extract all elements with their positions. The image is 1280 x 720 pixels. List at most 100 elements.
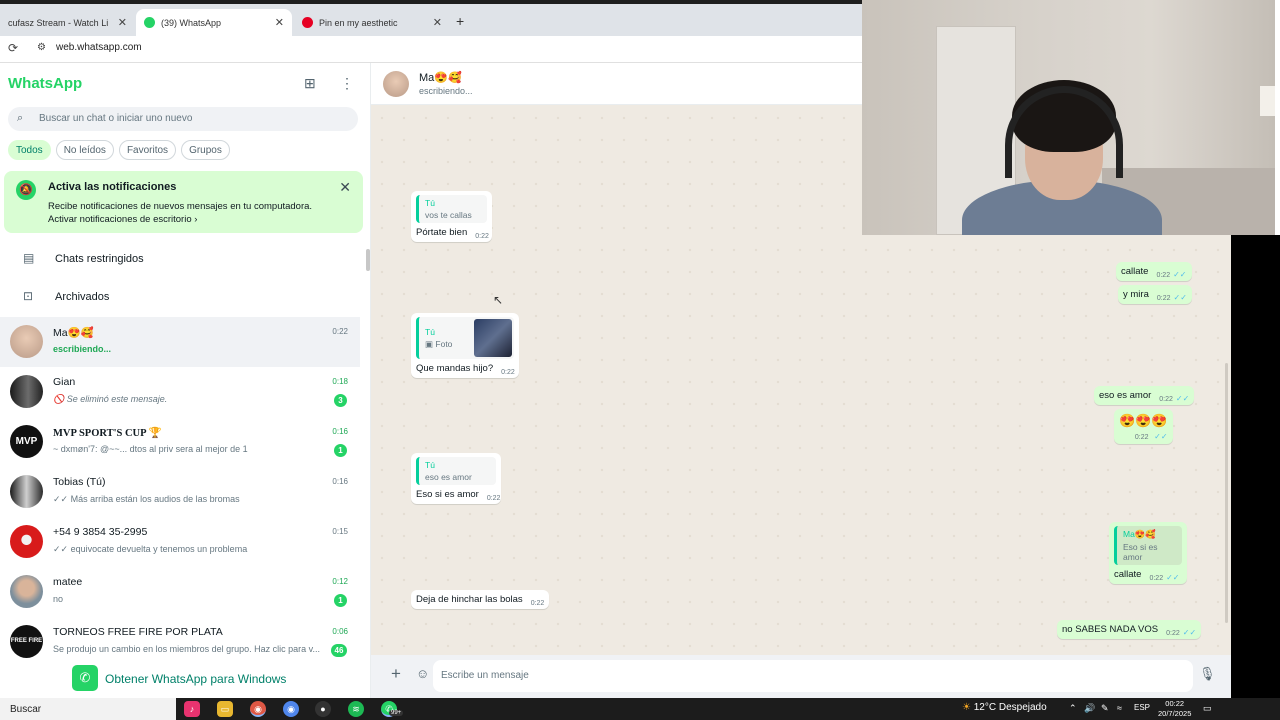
new-tab-icon[interactable]: + (456, 13, 464, 29)
chat-item-phone[interactable]: +54 9 3854 35-2995 ✓✓ equivocate devuelt… (0, 517, 360, 567)
microphone-icon[interactable]: 🎙 (1199, 666, 1216, 682)
message-bubble-outgoing[interactable]: eso es amor 0:22 ✓✓ (1094, 386, 1195, 405)
chat-time: 0:12 (332, 577, 348, 586)
message-bubble-outgoing[interactable]: no SABES NADA VOS 0:22 ✓✓ (1057, 620, 1202, 639)
message-bubble-incoming[interactable]: Deja de hinchar las bolas 0:22 (411, 590, 550, 609)
quoted-message[interactable]: Tú ▣ Foto (416, 317, 514, 359)
archived-row[interactable]: ⊡ Archivados (0, 279, 366, 315)
message-bubble-outgoing[interactable]: 😍😍😍 0:22 ✓✓ (1114, 409, 1173, 444)
menu-icon[interactable]: ⋮ (340, 75, 354, 92)
file-explorer-icon[interactable]: ▭ (217, 701, 233, 717)
chat-name: TORNEOS FREE FIRE POR PLATA (53, 626, 223, 638)
chat-preview: escribiendo... (53, 344, 112, 354)
archive-icon: ⊡ (23, 289, 34, 303)
message-text: Eso si es amor (416, 489, 479, 500)
quoted-message[interactable]: Ma😍🥰 Eso si es amor (1114, 526, 1182, 565)
chrome-icon[interactable]: ◉ (250, 701, 266, 717)
unread-badge: 1 (334, 594, 347, 607)
message-bubble-incoming[interactable]: Tú ▣ Foto Que mandas hijo? 0:22 (411, 313, 519, 378)
image-icon: ▣ (425, 338, 436, 349)
message-time: 0:22 (1134, 434, 1149, 441)
get-app-label[interactable]: Obtener WhatsApp para Windows (105, 672, 286, 686)
site-info-icon[interactable]: ⚙ (37, 42, 46, 53)
taskbar-search[interactable]: Buscar (0, 698, 176, 720)
tab-stream[interactable]: cufasz Stream - Watch Live on ✕ (0, 9, 135, 36)
read-ticks-icon: ✓✓ (1182, 628, 1197, 637)
tab-label: cufasz Stream - Watch Live on (8, 17, 108, 28)
chat-item-torneos[interactable]: FREE FIRE TORNEOS FREE FIRE POR PLATA Se… (0, 617, 360, 662)
chat-item-matee[interactable]: matee no 0:12 1 (0, 567, 360, 617)
message-time: 0:22 (1159, 396, 1173, 403)
chat-preview: no (53, 594, 64, 604)
search-input[interactable]: Buscar un chat o iniciar uno nuevo (39, 113, 192, 124)
windows-taskbar: Buscar ♪ ▭ ◉ ◉ ● ≋ ✆ 99+ ☀ 12°C Despejad… (0, 698, 1280, 720)
filter-favorites[interactable]: Favoritos (118, 140, 177, 160)
obs-icon[interactable]: ● (315, 701, 331, 717)
message-bubble-outgoing[interactable]: callate 0:22 ✓✓ (1116, 262, 1192, 281)
speaker-icon[interactable]: 🔊 (1084, 703, 1095, 714)
emoji-icon[interactable]: ☺ (416, 666, 429, 681)
search-bar[interactable]: ⌕ Buscar un chat o iniciar uno nuevo (8, 107, 358, 131)
language-indicator[interactable]: ESP (1134, 703, 1150, 712)
chat-item-ma[interactable]: Ma😍🥰 escribiendo... 0:22 (0, 317, 360, 367)
message-composer: + ☺ Escribe un mensaje 🎙 (371, 655, 1231, 698)
message-bubble-incoming[interactable]: Tú eso es amor Eso si es amor 0:22 (411, 453, 501, 504)
message-bubble-incoming[interactable]: Tú vos te callas Pórtate bien 0:22 (411, 191, 492, 242)
message-bubble-outgoing[interactable]: y mira 0:22 ✓✓ (1118, 285, 1192, 304)
message-time: 0:22 (1156, 272, 1171, 279)
webcam-overlay (862, 0, 1275, 235)
archived-label: Archivados (55, 291, 110, 303)
message-text: y mira (1123, 289, 1149, 300)
message-input[interactable]: Escribe un mensaje (433, 660, 1193, 692)
search-icon: ⌕ (17, 112, 24, 124)
contact-avatar[interactable] (383, 71, 409, 97)
filter-all[interactable]: Todos (8, 140, 51, 160)
chat-item-mvp[interactable]: MVP MVP SPORT'S CUP 🏆 ~ dxmøn'7: @~~... … (0, 417, 360, 467)
enable-notifications-link[interactable]: Activar notificaciones de escritorio › (48, 214, 197, 225)
contact-name[interactable]: Ma😍🥰 (419, 71, 462, 84)
notification-center-icon[interactable]: ▭ (1203, 703, 1212, 714)
chat-item-gian[interactable]: Gian 🚫 Se eliminó este mensaje. 0:18 3 (0, 367, 360, 417)
tab-pinterest[interactable]: Pin en my aesthetic ✕ (294, 9, 450, 36)
photo-thumbnail[interactable] (474, 319, 512, 357)
chat-name: +54 9 3854 35-2995 (53, 526, 148, 538)
filter-groups[interactable]: Grupos (181, 140, 230, 160)
close-tab-icon[interactable]: ✕ (433, 16, 442, 29)
pen-icon[interactable]: ✎ (1101, 703, 1109, 714)
get-app-banner[interactable]: ✆ Obtener WhatsApp para Windows (0, 661, 366, 698)
bell-off-icon: 🔕 (16, 180, 36, 200)
chrome-alt-icon[interactable]: ◉ (283, 701, 299, 717)
message-bubble-outgoing[interactable]: Ma😍🥰 Eso si es amor callate 0:22 ✓✓ (1109, 522, 1187, 584)
quote-photo-label: Foto (435, 338, 453, 349)
wifi-icon[interactable]: ≈ (1117, 703, 1122, 713)
message-text: eso es amor (1099, 390, 1152, 401)
tiktok-app-icon[interactable]: ♪ (184, 701, 200, 717)
close-tab-icon[interactable]: ✕ (275, 16, 284, 29)
sidebar-scrollbar[interactable] (366, 249, 370, 271)
chat-item-tobias[interactable]: Tobias (Tú) ✓✓ Más arriba están los audi… (0, 467, 360, 517)
url-field[interactable]: web.whatsapp.com (56, 42, 142, 53)
quoted-message[interactable]: Tú eso es amor (416, 457, 496, 485)
conversation-scrollbar[interactable] (1225, 363, 1228, 623)
filter-unread[interactable]: No leídos (55, 140, 114, 160)
tab-whatsapp[interactable]: (39) WhatsApp ✕ (136, 9, 292, 36)
quote-author: Ma😍🥰 (1123, 529, 1156, 539)
clock[interactable]: 00:22 20/7/2025 (1158, 699, 1191, 719)
quoted-message[interactable]: Tú vos te callas (416, 195, 487, 223)
weather-widget[interactable]: ☀ 12°C Despejado (962, 702, 1047, 713)
notification-banner: 🔕 Activa las notificaciones Recibe notif… (4, 171, 363, 233)
chat-name: matee (53, 576, 83, 588)
unread-badge: 46 (331, 644, 347, 657)
typing-status: escribiendo... (419, 86, 473, 96)
new-chat-icon[interactable]: ⊞ (304, 75, 316, 92)
restricted-chats-row[interactable]: ▤ Chats restringidos (0, 241, 366, 277)
chat-preview: Se produjo un cambio en los miembros del… (53, 644, 320, 654)
close-icon[interactable]: ✕ (339, 179, 351, 196)
spotify-icon[interactable]: ≋ (348, 701, 364, 717)
close-tab-icon[interactable]: ✕ (118, 16, 127, 29)
reload-icon[interactable]: ⟳ (8, 41, 18, 55)
chevron-up-icon[interactable]: ⌃ (1069, 703, 1077, 714)
chat-time: 0:16 (332, 427, 348, 436)
quote-text: eso es amor (425, 472, 472, 482)
attach-icon[interactable]: + (391, 664, 401, 684)
